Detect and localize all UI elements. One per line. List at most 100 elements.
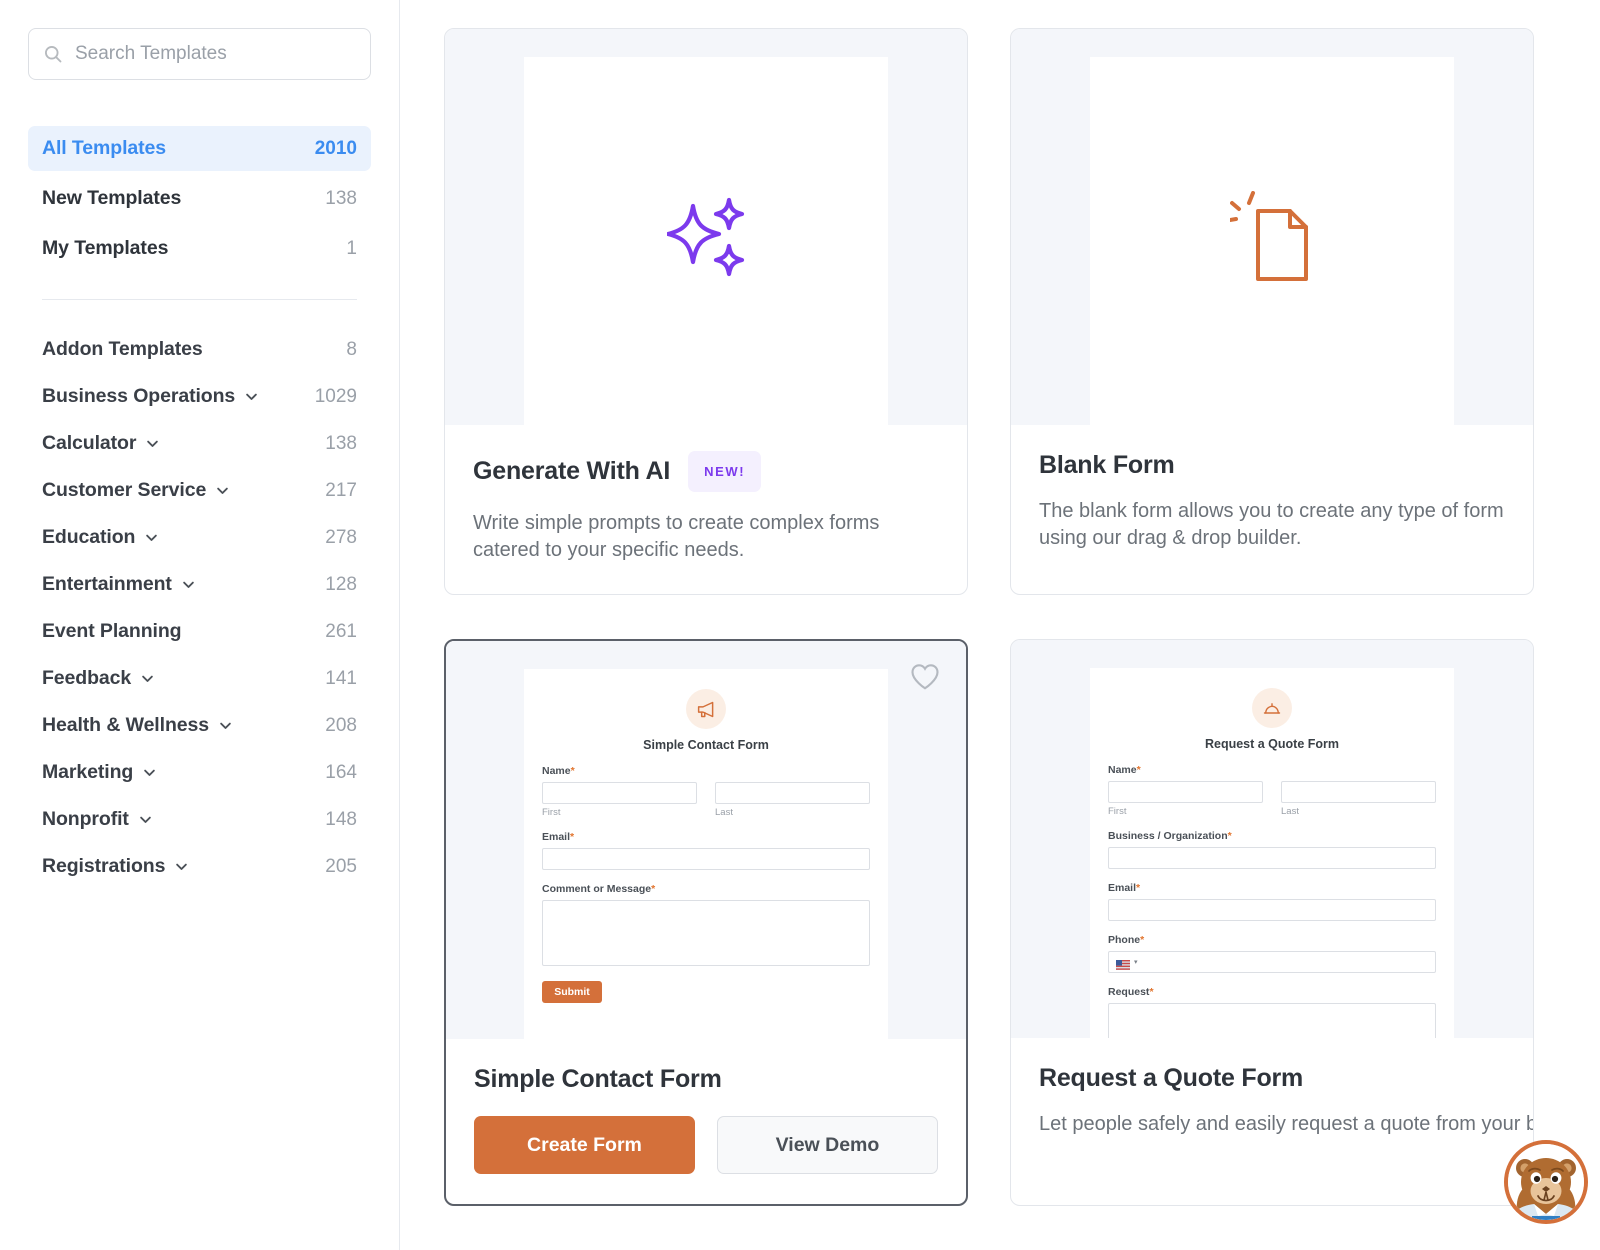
preview-input-first-name[interactable] bbox=[542, 782, 697, 804]
megaphone-icon bbox=[686, 689, 726, 729]
preview-textarea-request[interactable] bbox=[1108, 1003, 1436, 1038]
blank-document-icon bbox=[1230, 191, 1314, 292]
category-label: Health & Wellness bbox=[42, 714, 209, 737]
preview-sublabel: First bbox=[1108, 806, 1263, 817]
preview-field-label: Name* bbox=[1108, 764, 1436, 776]
card-title: Blank Form bbox=[1039, 451, 1175, 480]
heart-icon[interactable] bbox=[910, 663, 940, 693]
preview-sheet bbox=[1090, 57, 1454, 425]
category-item-business-operations[interactable]: Business Operations1029 bbox=[28, 373, 371, 420]
label-text: Request bbox=[1108, 986, 1149, 998]
category-count: 261 bbox=[325, 621, 357, 643]
required-marker: * bbox=[1149, 986, 1153, 998]
chevron-down-icon[interactable] bbox=[138, 812, 153, 827]
chevron-down-icon[interactable] bbox=[145, 436, 160, 451]
chevron-down-icon[interactable] bbox=[142, 765, 157, 780]
preview-sheet bbox=[524, 57, 888, 425]
category-label: Marketing bbox=[42, 761, 133, 784]
category-label: Feedback bbox=[42, 667, 131, 690]
preview-field-label: Email* bbox=[542, 831, 870, 843]
preview-sheet: Simple Contact Form Name* First bbox=[524, 669, 888, 1039]
preview-input-email[interactable] bbox=[1108, 899, 1436, 921]
category-count: 141 bbox=[325, 668, 357, 690]
category-count: 217 bbox=[325, 480, 357, 502]
template-card-simple-contact-form[interactable]: Simple Contact Form Name* First bbox=[444, 639, 968, 1206]
chevron-down-icon[interactable] bbox=[218, 718, 233, 733]
nav-item-new-templates[interactable]: New Templates 138 bbox=[28, 176, 371, 221]
service-bell-icon bbox=[1252, 688, 1292, 728]
bear-avatar-icon bbox=[1508, 1144, 1584, 1220]
label-text: Name bbox=[542, 765, 571, 777]
category-item-entertainment[interactable]: Entertainment128 bbox=[28, 561, 371, 608]
required-marker: * bbox=[570, 831, 574, 843]
category-item-education[interactable]: Education278 bbox=[28, 514, 371, 561]
preview-input-first-name[interactable] bbox=[1108, 781, 1263, 803]
category-item-registrations[interactable]: Registrations205 bbox=[28, 843, 371, 890]
template-card-request-a-quote-form[interactable]: Request a Quote Form Name* First bbox=[1010, 639, 1534, 1206]
chevron-down-icon[interactable] bbox=[144, 530, 159, 545]
preview-input-business[interactable] bbox=[1108, 847, 1436, 869]
label-text: Name bbox=[1108, 764, 1137, 776]
category-item-event-planning[interactable]: Event Planning261 bbox=[28, 608, 371, 655]
label-text: Phone bbox=[1108, 934, 1140, 946]
category-count: 128 bbox=[325, 574, 357, 596]
category-item-customer-service[interactable]: Customer Service 217 bbox=[28, 467, 371, 514]
card-preview: Request a Quote Form Name* First bbox=[1011, 640, 1533, 1038]
template-grid-area: Generate With AI NEW! Write simple promp… bbox=[400, 0, 1600, 1250]
chevron-down-icon[interactable]: ▾ bbox=[1134, 958, 1138, 966]
sidebar-divider bbox=[42, 299, 357, 300]
preview-input-last-name[interactable] bbox=[1281, 781, 1436, 803]
preview-submit-button[interactable]: Submit bbox=[542, 981, 602, 1003]
category-item-feedback[interactable]: Feedback 141 bbox=[28, 655, 371, 702]
category-label: Calculator bbox=[42, 432, 136, 455]
nav-count: 138 bbox=[325, 188, 357, 210]
preview-textarea-comment[interactable] bbox=[542, 900, 870, 966]
required-marker: * bbox=[571, 765, 575, 777]
preview-form-title: Simple Contact Form bbox=[542, 738, 870, 752]
chevron-down-icon[interactable] bbox=[181, 577, 196, 592]
required-marker: * bbox=[1136, 882, 1140, 894]
category-item-addon-templates[interactable]: Addon Templates8 bbox=[28, 326, 371, 373]
template-card-generate-with-ai[interactable]: Generate With AI NEW! Write simple promp… bbox=[444, 28, 968, 595]
preview-sublabel: Last bbox=[715, 807, 870, 818]
required-marker: * bbox=[1137, 764, 1141, 776]
chevron-down-icon[interactable] bbox=[244, 389, 259, 404]
category-item-marketing[interactable]: Marketing164 bbox=[28, 749, 371, 796]
template-card-blank-form[interactable]: Blank Form The blank form allows you to … bbox=[1010, 28, 1534, 595]
preview-input-email[interactable] bbox=[542, 848, 870, 870]
chevron-down-icon[interactable] bbox=[174, 859, 189, 874]
support-bear-mascot[interactable] bbox=[1504, 1140, 1588, 1224]
sparkles-icon bbox=[667, 196, 745, 287]
category-count: 208 bbox=[325, 715, 357, 737]
category-count: 1029 bbox=[315, 386, 357, 408]
create-form-button[interactable]: Create Form bbox=[474, 1116, 695, 1174]
preview-input-last-name[interactable] bbox=[715, 782, 870, 804]
template-grid: Generate With AI NEW! Write simple promp… bbox=[444, 28, 1560, 1206]
new-badge: NEW! bbox=[688, 451, 761, 492]
category-label: Addon Templates bbox=[42, 338, 203, 361]
card-body: Generate With AI NEW! Write simple promp… bbox=[445, 425, 967, 594]
category-item-calculator[interactable]: Calculator138 bbox=[28, 420, 371, 467]
card-title: Simple Contact Form bbox=[474, 1065, 722, 1094]
category-item-health-wellness[interactable]: Health & Wellness 208 bbox=[28, 702, 371, 749]
category-item-nonprofit[interactable]: Nonprofit148 bbox=[28, 796, 371, 843]
required-marker: * bbox=[1228, 830, 1232, 842]
chevron-down-icon[interactable] bbox=[140, 671, 155, 686]
nav-item-my-templates[interactable]: My Templates 1 bbox=[28, 226, 371, 271]
card-title: Generate With AI bbox=[473, 457, 670, 486]
label-text: Email bbox=[542, 831, 570, 843]
sidebar: All Templates 2010 New Templates 138 My … bbox=[0, 0, 400, 1250]
primary-nav: All Templates 2010 New Templates 138 My … bbox=[28, 126, 371, 271]
category-label: Customer Service bbox=[42, 479, 206, 502]
nav-item-all-templates[interactable]: All Templates 2010 bbox=[28, 126, 371, 171]
search-templates-box[interactable] bbox=[28, 28, 371, 80]
view-demo-button[interactable]: View Demo bbox=[717, 1116, 938, 1174]
preview-field-label: Name* bbox=[542, 765, 870, 777]
preview-input-phone[interactable]: ▾ bbox=[1108, 951, 1436, 973]
chevron-down-icon[interactable] bbox=[215, 483, 230, 498]
search-input[interactable] bbox=[75, 43, 356, 65]
category-count: 205 bbox=[325, 856, 357, 878]
nav-label: My Templates bbox=[42, 237, 168, 260]
preview-form-title: Request a Quote Form bbox=[1108, 737, 1436, 751]
preview-sublabel: First bbox=[542, 807, 697, 818]
